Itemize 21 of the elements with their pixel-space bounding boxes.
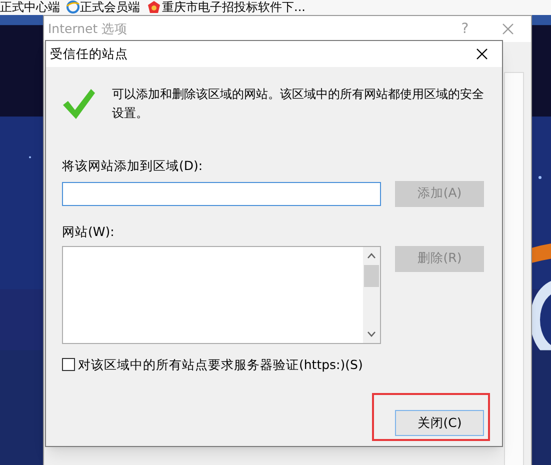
bookmark-link[interactable]: 正式中心端 [0, 0, 60, 14]
close-icon [502, 23, 514, 35]
gift-icon [146, 0, 162, 14]
scrollbar[interactable] [363, 246, 380, 342]
browser-icon [66, 0, 80, 14]
websites-label: 网站(W): [62, 222, 116, 241]
close-dialog-button[interactable]: 关闭(C) [395, 410, 484, 436]
checkmark-icon [62, 87, 96, 121]
description-text: 可以添加和删除该区域的网站。该区域中的所有网站都使用区域的安全设置。 [112, 86, 484, 122]
add-label: 将该网站添加到区域(D): [62, 157, 204, 175]
scroll-up-icon[interactable] [367, 252, 376, 258]
window-title: Internet 选项 [48, 20, 128, 38]
scroll-down-icon[interactable] [367, 330, 376, 336]
bookmark-link[interactable]: 正式会员端 [80, 0, 140, 14]
bookmark-link[interactable]: 重庆市电子招投标软件下... [162, 0, 306, 14]
https-checkbox-label: 对该区域中的所有站点要求服务器验证(https:)(S) [78, 356, 363, 374]
dialog-title: 受信任的站点 [50, 44, 128, 63]
checkbox[interactable] [62, 358, 75, 372]
scroll-thumb[interactable] [364, 264, 379, 286]
close-icon [476, 48, 488, 60]
website-input-field[interactable] [62, 182, 381, 206]
